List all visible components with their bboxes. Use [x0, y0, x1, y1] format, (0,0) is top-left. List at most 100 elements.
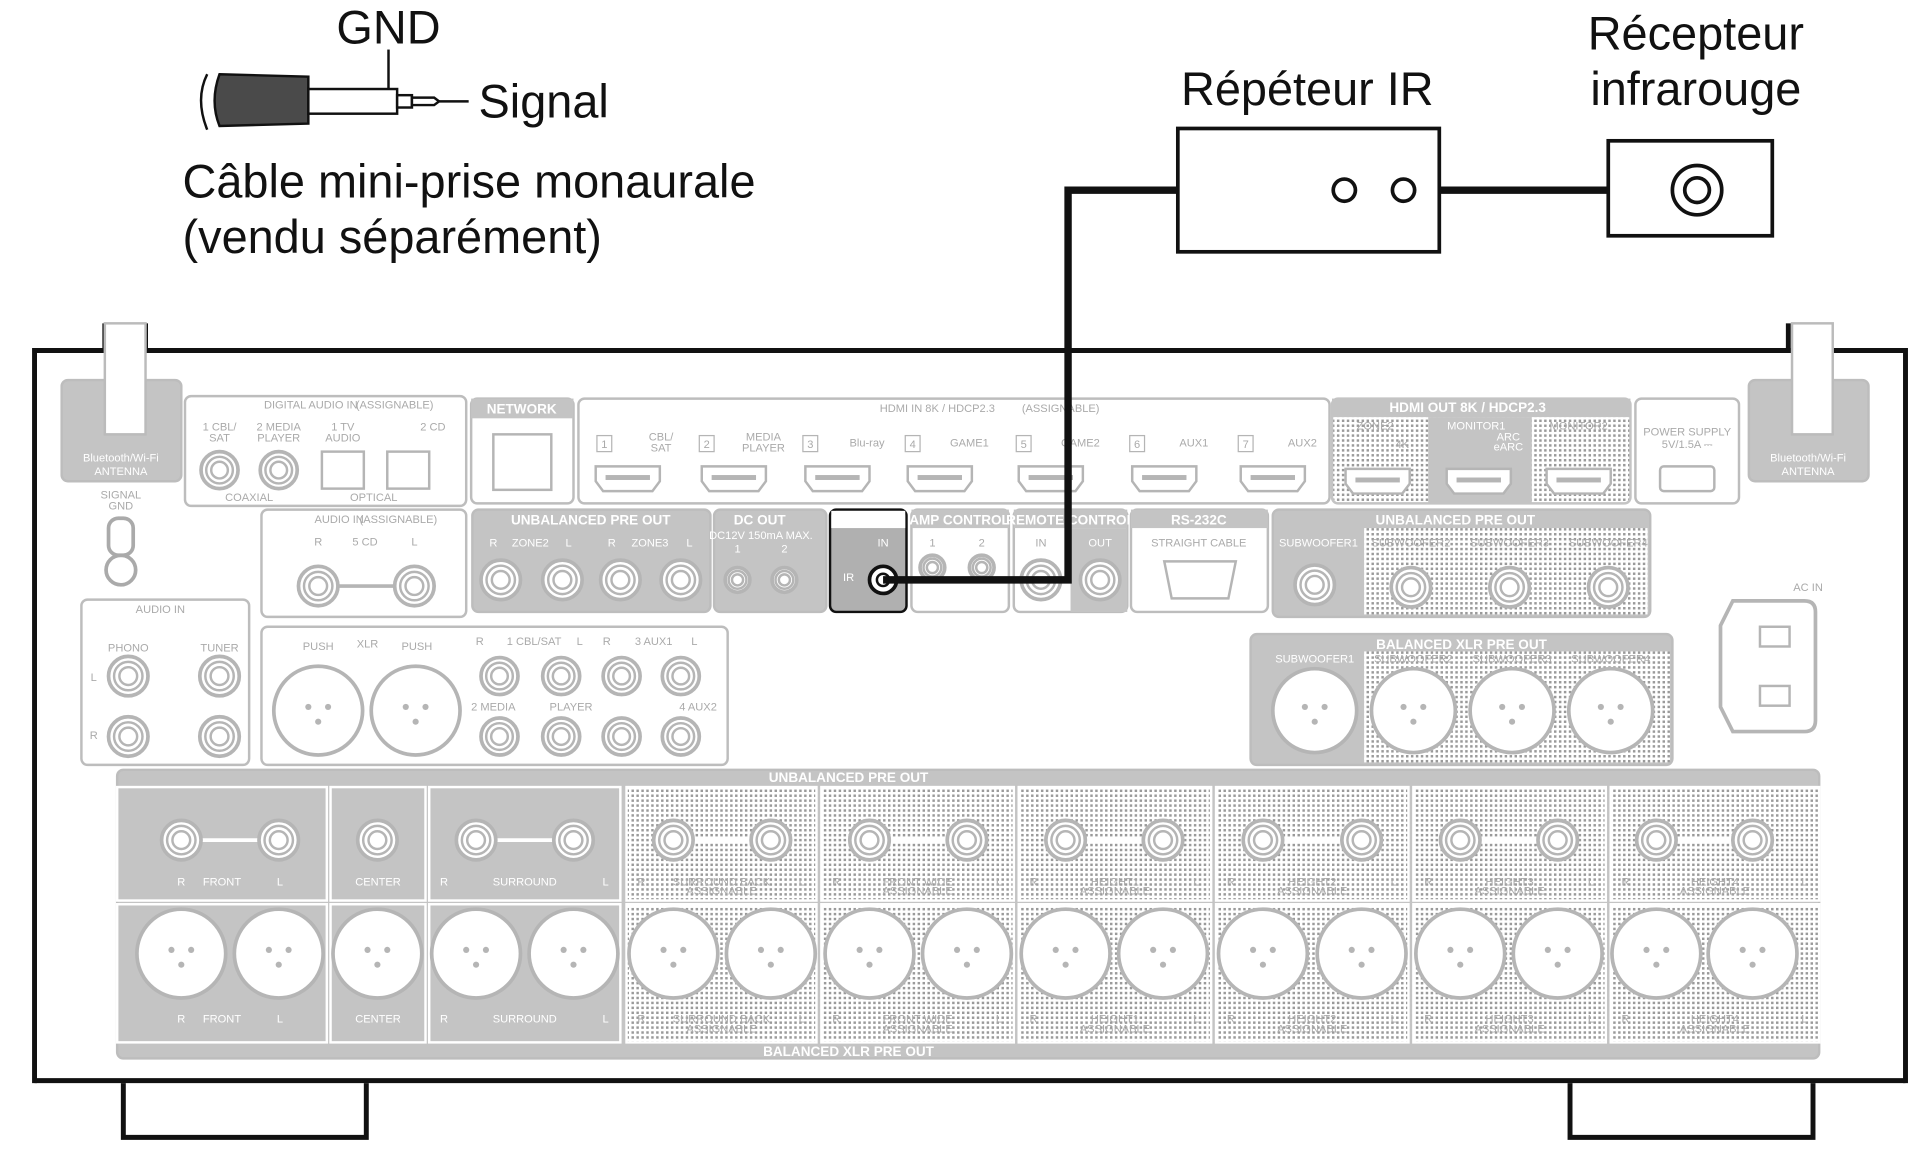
surround-xlr-out-l[interactable] [527, 907, 620, 1000]
panel-label: OUT [1088, 538, 1112, 550]
ir-repeater-label: Répéteur IR [1181, 63, 1434, 115]
panel-label: HDMI IN 8K / HDCP2.3 [880, 403, 995, 415]
hdmi-input-7[interactable] [1239, 465, 1307, 493]
subwoofer-xlr-out-4[interactable] [1566, 666, 1655, 755]
audio-in-rca-2[interactable] [540, 655, 582, 697]
front-wide-xlr-out-r[interactable] [823, 907, 916, 1000]
center-xlr-out-r[interactable] [331, 907, 424, 1000]
phono-l[interactable] [106, 654, 150, 698]
front-wide-xlr-out-l[interactable] [920, 907, 1014, 1000]
audio-in-rca-5[interactable] [479, 716, 520, 757]
hdmi-input-4[interactable] [906, 465, 974, 493]
front-xlr-out-l[interactable] [232, 907, 325, 1000]
height2-pre-out-r[interactable] [1241, 818, 1285, 862]
panel-label: AUX2 [1288, 438, 1317, 450]
panel-label: ASSIGNABLE [1080, 1024, 1150, 1036]
zone-pre-out-2[interactable] [540, 558, 584, 602]
usb-power-port[interactable] [1658, 465, 1716, 493]
panel-label: L [91, 672, 97, 684]
xlr-in-l[interactable] [369, 664, 462, 757]
remote-control-out[interactable] [1078, 558, 1122, 602]
audio-in-rca-7[interactable] [601, 716, 642, 757]
hdmi-input-2[interactable] [700, 465, 768, 493]
panel-label: ZONE2 [512, 538, 549, 550]
hdmi-out-monitor1[interactable] [1445, 467, 1513, 495]
panel-label: AUDIO IN [315, 514, 364, 526]
height1-pre-out-l[interactable] [1141, 818, 1185, 862]
audio-in-cd-r[interactable] [296, 564, 340, 608]
panel-label: ASSIGNABLE [1277, 885, 1347, 897]
front-wide-pre-out-r[interactable] [847, 818, 892, 862]
height4-xlr-out-l[interactable] [1706, 907, 1799, 1000]
surround-back-pre-out-r[interactable] [651, 818, 695, 862]
tuner-l[interactable] [197, 654, 242, 698]
height4-xlr-out-r[interactable] [1610, 907, 1703, 1000]
surround-back-xlr-out-r[interactable] [627, 907, 720, 1000]
zone-pre-out-4[interactable] [659, 558, 703, 602]
zone-pre-out-1[interactable] [479, 558, 523, 602]
surround-back-xlr-out-l[interactable] [724, 907, 818, 1000]
front-wide-pre-out-l[interactable] [945, 818, 989, 862]
coaxial-input-2[interactable] [258, 449, 300, 491]
rs232c-port[interactable] [1162, 560, 1238, 600]
hdmi-out-monitor2[interactable] [1545, 467, 1612, 495]
panel-label: XLR [357, 639, 379, 651]
height4-pre-out-r[interactable] [1634, 818, 1678, 862]
surround-pre-out-l[interactable] [551, 818, 596, 862]
audio-in-rca-3[interactable] [601, 655, 642, 697]
ac-in-socket[interactable] [1718, 599, 1818, 734]
height1-xlr-out-r[interactable] [1019, 907, 1112, 1000]
height1-pre-out-r[interactable] [1044, 818, 1088, 862]
audio-in-rca-1[interactable] [479, 655, 520, 697]
panel-label: R [1424, 1014, 1432, 1026]
panel-label: 1 [929, 538, 935, 550]
optical-input-1[interactable] [320, 450, 366, 490]
front-xlr-out-r[interactable] [135, 907, 228, 1000]
audio-in-cd-l[interactable] [392, 564, 436, 608]
hdmi-input-3[interactable] [804, 465, 871, 493]
height3-xlr-out-l[interactable] [1511, 907, 1604, 1000]
front-pre-out-r[interactable] [159, 818, 203, 862]
subwoofer-xlr-out-3[interactable] [1468, 666, 1556, 755]
subwoofer-out-1[interactable] [1293, 563, 1337, 607]
coaxial-input-1[interactable] [199, 449, 240, 491]
optical-input-2[interactable] [386, 450, 431, 490]
subwoofer-out-3[interactable] [1488, 565, 1532, 609]
height2-pre-out-l[interactable] [1340, 818, 1384, 862]
dc-out-2[interactable] [770, 565, 799, 595]
hdmi-input-1[interactable] [594, 465, 662, 493]
ethernet-port[interactable] [492, 433, 553, 492]
height2-xlr-out-r[interactable] [1216, 907, 1310, 1000]
xlr-in-r[interactable] [271, 664, 365, 757]
hdmi-input-6[interactable] [1130, 465, 1198, 493]
height4-pre-out-l[interactable] [1730, 818, 1775, 862]
audio-in-rca-4[interactable] [660, 655, 702, 697]
audio-in-rca-8[interactable] [660, 716, 702, 757]
panel-label: AUX1 [1179, 438, 1208, 450]
subwoofer-out-4[interactable] [1586, 565, 1630, 609]
surround-pre-out-r[interactable] [454, 818, 498, 862]
height3-xlr-out-r[interactable] [1414, 907, 1507, 1000]
panel-label: ASSIGNABLE [686, 1024, 756, 1036]
subwoofer-out-2[interactable] [1389, 565, 1433, 609]
height1-xlr-out-l[interactable] [1116, 907, 1210, 1000]
subwoofer-xlr-out-1[interactable] [1270, 666, 1359, 755]
tuner-r[interactable] [197, 714, 242, 759]
audio-in-rca-6[interactable] [540, 716, 582, 757]
hdmi-out-zone2[interactable] [1344, 467, 1411, 495]
height3-pre-out-l[interactable] [1536, 818, 1580, 862]
subwoofer-xlr-out-2[interactable] [1369, 666, 1458, 755]
phono-r[interactable] [106, 714, 150, 759]
signal-gnd-terminal-icon[interactable] [104, 553, 138, 587]
height3-pre-out-r[interactable] [1438, 818, 1482, 862]
rear-panel-connectors: Bluetooth/Wi-Fi ANTENNA Bluetooth/Wi-Fi ANT… [60, 322, 1870, 1060]
front-pre-out-l[interactable] [257, 818, 301, 862]
dc-out-1[interactable] [723, 565, 752, 595]
center-pre-out-r[interactable] [355, 818, 399, 862]
surround-back-pre-out-l[interactable] [749, 818, 793, 862]
height2-xlr-out-l[interactable] [1315, 907, 1408, 1000]
panel-label: 5 [1021, 439, 1027, 451]
zone-pre-out-3[interactable] [598, 558, 642, 602]
hdmi-input-5[interactable] [1017, 465, 1085, 493]
surround-xlr-out-r[interactable] [429, 907, 523, 1000]
